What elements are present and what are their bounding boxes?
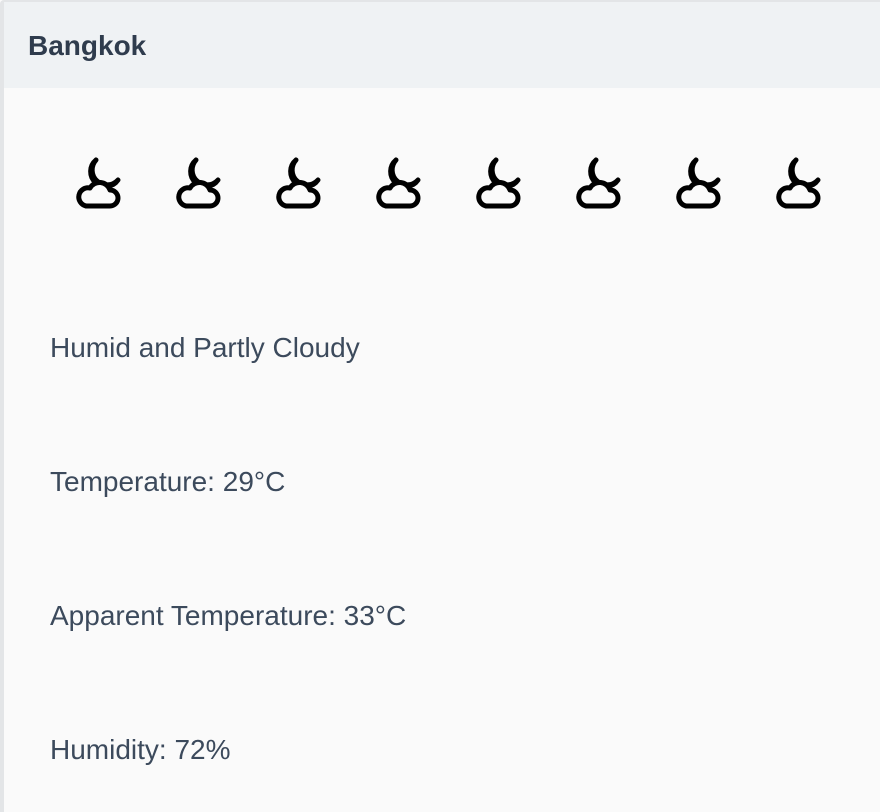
apparent-temperature-text: Apparent Temperature: 33°C bbox=[50, 600, 407, 631]
partly-cloudy-night-icon bbox=[70, 154, 130, 214]
partly-cloudy-night-icon bbox=[370, 154, 430, 214]
partly-cloudy-night-icon bbox=[570, 154, 630, 214]
partly-cloudy-night-icon bbox=[470, 154, 530, 214]
partly-cloudy-night-icon bbox=[170, 154, 230, 214]
partly-cloudy-night-icon bbox=[670, 154, 730, 214]
partly-cloudy-night-icon bbox=[270, 154, 330, 214]
city-title: Bangkok bbox=[28, 30, 147, 61]
weather-icon-row bbox=[70, 154, 830, 214]
partly-cloudy-night-icon bbox=[770, 154, 830, 214]
humidity-text: Humidity: 72% bbox=[50, 734, 231, 765]
temperature-text: Temperature: 29°C bbox=[50, 466, 286, 497]
weather-card: Bangkok Humid and Partly Cloudy Temperat… bbox=[0, 0, 880, 812]
weather-summary: Humid and Partly Cloudy bbox=[50, 332, 360, 363]
card-header: Bangkok bbox=[4, 2, 880, 88]
